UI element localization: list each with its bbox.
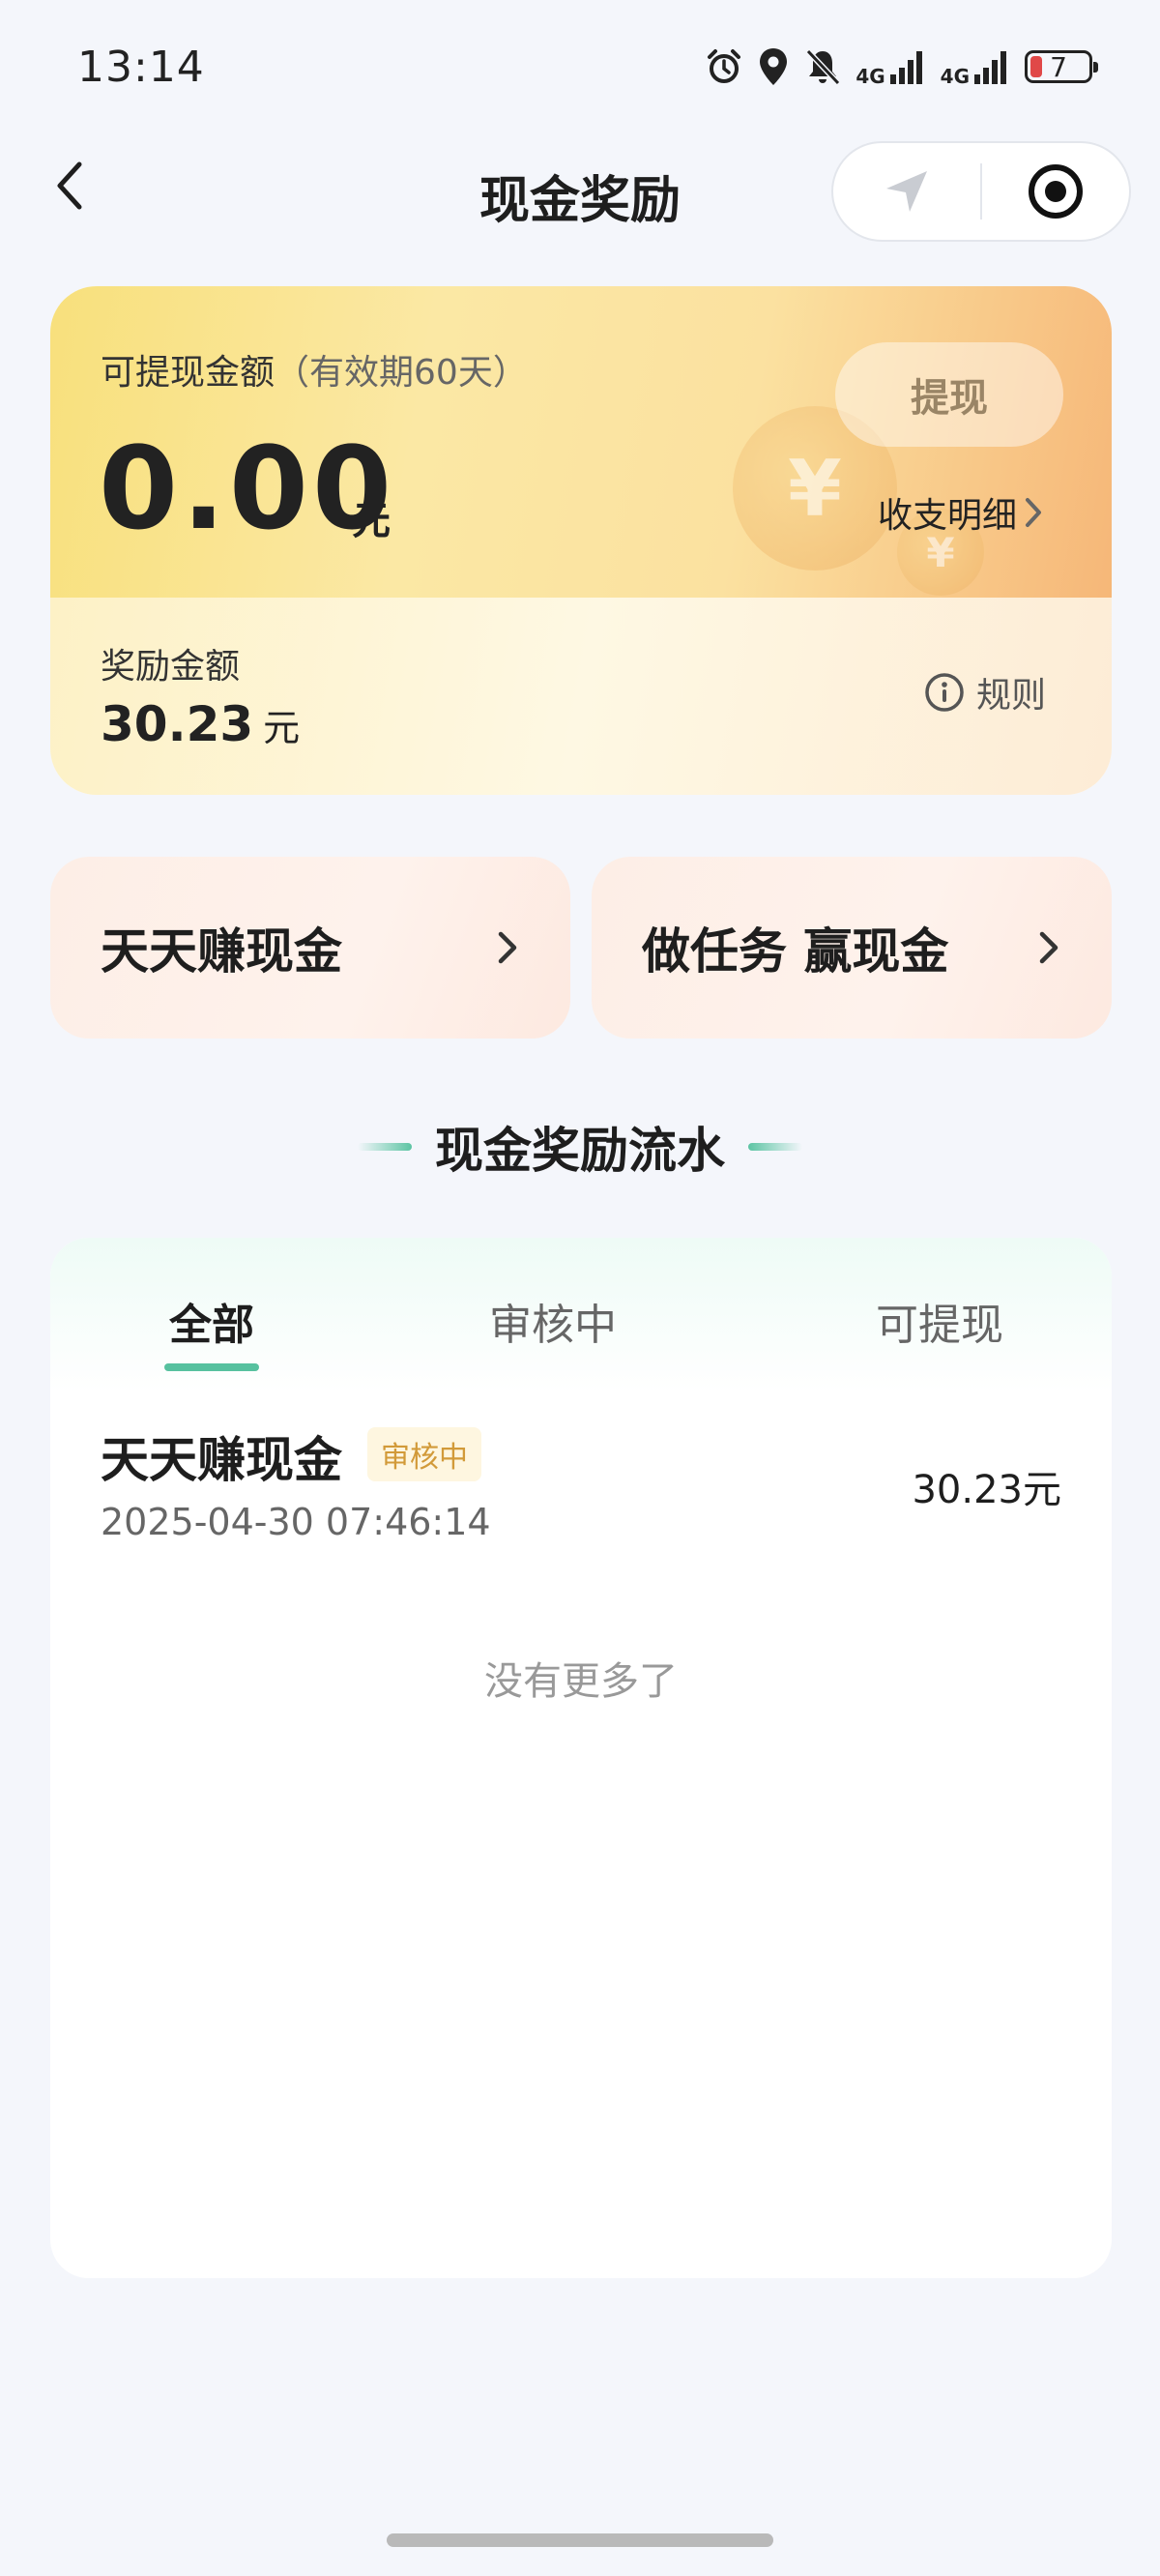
chevron-right-icon — [1039, 931, 1058, 964]
active-tab-indicator — [164, 1363, 259, 1371]
network-type-label: 4G — [940, 65, 970, 88]
balance-card-top: ¥ ¥ 可提现金额（有效期60天） 0.00 元 提现 收支明细 — [50, 286, 1112, 598]
reward-unit: 元 — [263, 707, 301, 749]
section-title: 现金奖励流水 — [435, 1123, 725, 1179]
section-dash-right — [748, 1143, 802, 1151]
section-header: 现金奖励流水 — [0, 1112, 1160, 1182]
network-type-label: 4G — [856, 65, 885, 88]
transaction-detail-label: 收支明细 — [878, 496, 1018, 536]
signal-2: 4G — [941, 47, 1011, 86]
battery-level: 7 — [1050, 50, 1067, 83]
share-button[interactable] — [833, 143, 980, 240]
withdrawable-unit: 元 — [352, 499, 391, 543]
signal-bars-icon — [889, 51, 922, 84]
transaction-detail-link[interactable]: 收支明细 — [878, 487, 1044, 538]
home-indicator[interactable] — [387, 2533, 773, 2547]
withdraw-button[interactable]: 提现 — [835, 342, 1063, 447]
tasks-win-cash-card[interactable]: 做任务 赢现金 — [592, 857, 1112, 1039]
records-panel: 全部 审核中 可提现 天天赚现金 审核中 2025-04-30 07:46:14… — [50, 1238, 1112, 2278]
navigation-arrow-icon — [886, 171, 927, 212]
withdrawable-label: 可提现金额（有效期60天） — [101, 353, 528, 393]
info-icon — [925, 673, 964, 712]
status-icons: 4G 4G 7 — [705, 46, 1098, 87]
rules-link[interactable]: 规则 — [924, 667, 1046, 717]
status-badge: 审核中 — [367, 1427, 481, 1481]
record-amount: 30.23元 — [912, 1468, 1061, 1512]
tab-withdrawable[interactable]: 可提现 — [853, 1290, 1027, 1352]
status-time: 13:14 — [77, 43, 205, 92]
daily-earn-cash-label: 天天赚现金 — [101, 923, 342, 980]
daily-earn-cash-card[interactable]: 天天赚现金 — [50, 857, 570, 1039]
chevron-right-icon — [498, 931, 517, 964]
target-circle-icon — [1028, 164, 1083, 219]
mini-program-capsule — [831, 141, 1131, 242]
location-pin-icon — [760, 48, 788, 85]
close-mini-program-button[interactable] — [982, 143, 1129, 240]
battery-icon: 7 — [1025, 50, 1098, 83]
tab-all[interactable]: 全部 — [164, 1290, 259, 1352]
signal-bars-icon — [974, 51, 1006, 84]
balance-card: ¥ ¥ 可提现金额（有效期60天） 0.00 元 提现 收支明细 奖励金额 30… — [50, 286, 1112, 795]
list-end-text: 没有更多了 — [484, 1659, 678, 1704]
signal-1: 4G — [856, 47, 926, 86]
tab-under-review[interactable]: 审核中 — [466, 1290, 640, 1352]
bell-muted-icon — [806, 48, 841, 86]
reward-amount: 30.23 元 — [101, 696, 301, 752]
record-time: 2025-04-30 07:46:14 — [101, 1501, 491, 1543]
section-dash-left — [358, 1143, 412, 1151]
tasks-win-cash-label: 做任务 赢现金 — [642, 923, 949, 980]
record-title: 天天赚现金 — [101, 1432, 342, 1488]
rules-label: 规则 — [976, 676, 1047, 716]
chevron-right-icon — [1026, 498, 1042, 527]
alarm-icon — [708, 49, 741, 83]
reward-label: 奖励金额 — [101, 647, 241, 687]
validity-note: （有效期60天） — [275, 353, 528, 393]
